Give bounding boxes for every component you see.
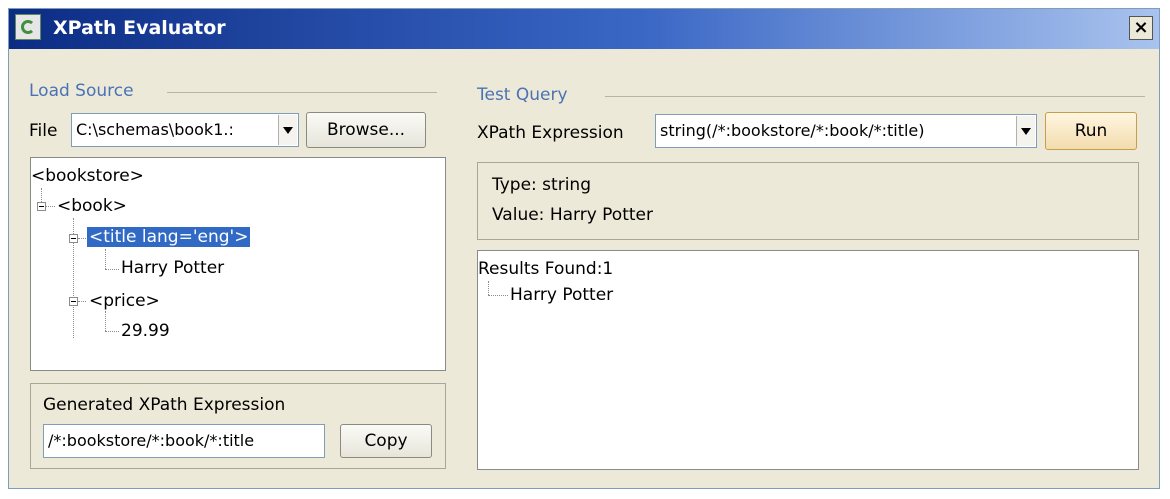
result-info-box: Type: string Value: Harry Potter — [477, 162, 1139, 240]
xpath-expression-value: string(/*:bookstore/*:book/*:title) — [660, 121, 925, 140]
copy-button[interactable]: Copy — [340, 424, 432, 458]
run-button[interactable]: Run — [1045, 112, 1137, 150]
close-button[interactable]: × — [1129, 16, 1153, 40]
tree-node-title[interactable]: <title lang='eng'> — [87, 227, 251, 247]
tree-node-price[interactable]: <price> — [89, 291, 160, 311]
generated-xpath-group: Generated XPath Expression /*:bookstore/… — [30, 383, 446, 469]
xpath-dropdown-arrow-icon[interactable] — [1016, 116, 1035, 146]
tree-connector — [105, 269, 119, 270]
tree-connector — [78, 238, 86, 239]
xpath-expression-label: XPath Expression — [477, 123, 624, 143]
file-path-value: C:\schemas\book1.: — [76, 120, 234, 139]
load-source-group-label: Load Source — [29, 81, 134, 101]
tree-connector — [105, 331, 119, 332]
browse-button[interactable]: Browse... — [306, 112, 426, 148]
result-value-text: Value: Harry Potter — [492, 205, 653, 225]
generated-xpath-field[interactable]: /*:bookstore/*:book/*:title — [43, 424, 325, 458]
tree-connector — [488, 295, 508, 296]
xml-tree-panel: <bookstore> <book> <title lang='eng'> Ha… — [30, 157, 446, 371]
tree-connector — [488, 281, 489, 295]
tree-connector — [78, 301, 86, 302]
tree-connector — [46, 206, 55, 207]
xpath-evaluator-window: XPath Evaluator × Load Source File C:\sc… — [8, 8, 1160, 489]
tree-node-bookstore[interactable]: <bookstore> — [31, 166, 144, 186]
tree-node-title-text[interactable]: Harry Potter — [121, 258, 224, 278]
results-panel: Results Found:1 Harry Potter — [477, 250, 1139, 470]
load-source-divider — [167, 92, 437, 93]
tree-node-book[interactable]: <book> — [57, 196, 127, 216]
tree-node-price-text[interactable]: 29.99 — [121, 321, 170, 341]
file-label: File — [29, 121, 58, 141]
test-query-group-label: Test Query — [477, 85, 568, 105]
xpath-expression-combo[interactable]: string(/*:bookstore/*:book/*:title) — [655, 114, 1037, 148]
results-found-text: Results Found:1 — [478, 259, 614, 279]
file-dropdown-arrow-icon[interactable] — [278, 115, 297, 145]
result-type-text: Type: string — [492, 175, 591, 195]
generated-xpath-label: Generated XPath Expression — [43, 395, 286, 415]
collapse-book-icon[interactable] — [37, 202, 46, 211]
collapse-title-icon[interactable] — [69, 234, 78, 243]
result-item[interactable]: Harry Potter — [510, 285, 613, 305]
tree-connector — [41, 188, 42, 202]
title-bar: XPath Evaluator × — [9, 9, 1159, 49]
tree-connector — [105, 311, 106, 331]
tree-connector — [105, 249, 106, 269]
file-path-combo[interactable]: C:\schemas\book1.: — [71, 113, 299, 147]
test-query-divider — [605, 96, 1145, 97]
window-title: XPath Evaluator — [53, 17, 226, 39]
collapse-price-icon[interactable] — [69, 297, 78, 306]
app-icon — [15, 14, 41, 40]
